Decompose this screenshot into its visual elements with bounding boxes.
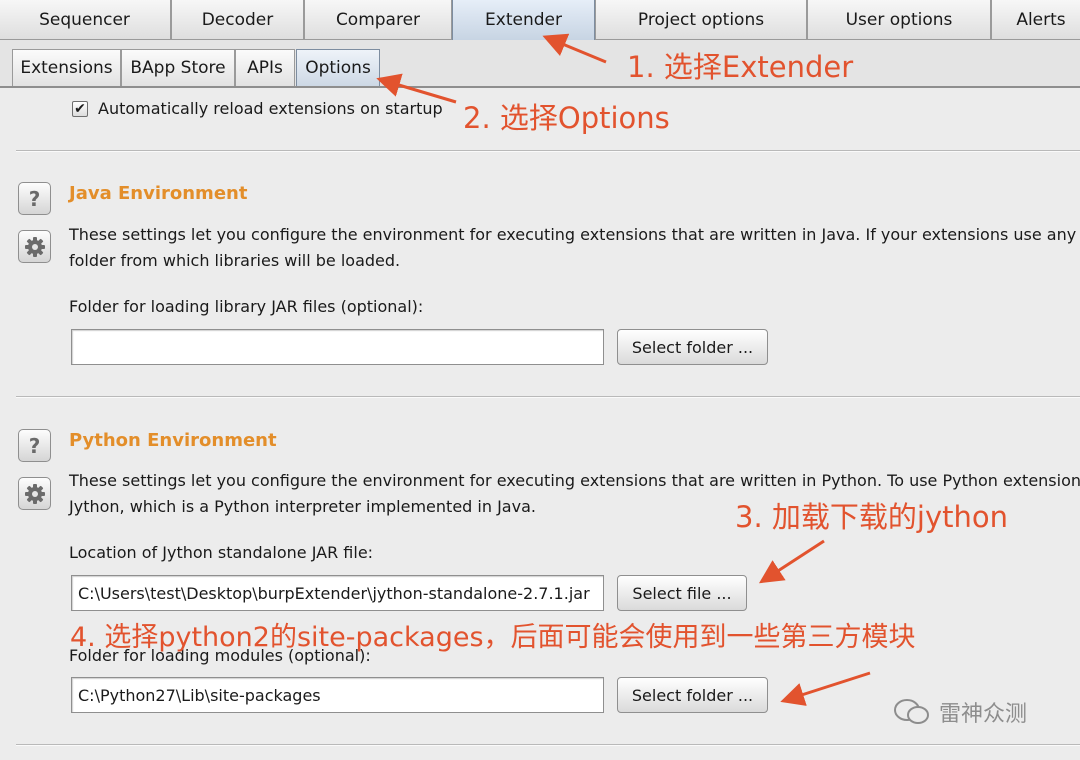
gear-icon bbox=[24, 483, 45, 504]
tab-label: Comparer bbox=[335, 9, 421, 30]
subtab-options[interactable]: Options bbox=[296, 49, 380, 86]
annotation-step2: 2. 选择Options bbox=[463, 101, 670, 135]
gear-icon bbox=[24, 236, 45, 257]
tab-alerts[interactable]: Alerts bbox=[991, 0, 1080, 40]
tab-label: Extender bbox=[485, 10, 562, 30]
python-help-button[interactable]: ? bbox=[18, 429, 51, 462]
tab-label: User options bbox=[845, 9, 953, 30]
chat-bubble-icon bbox=[894, 699, 929, 724]
modules-select-folder-button[interactable]: Select folder ... bbox=[617, 677, 768, 713]
tab-label: Project options bbox=[637, 9, 765, 30]
subtab-label: Extensions bbox=[20, 58, 113, 78]
help-icon: ? bbox=[28, 433, 41, 458]
auto-reload-row[interactable]: ✔ Automatically reload extensions on sta… bbox=[72, 99, 443, 118]
tab-project-options[interactable]: Project options bbox=[595, 0, 807, 40]
java-help-button[interactable]: ? bbox=[18, 182, 51, 215]
options-panel: ✔ Automatically reload extensions on sta… bbox=[0, 88, 1080, 760]
java-folder-field[interactable] bbox=[71, 329, 604, 365]
jython-jar-label: Location of Jython standalone JAR file: bbox=[69, 543, 374, 562]
help-icon: ? bbox=[28, 186, 41, 211]
tab-decoder[interactable]: Decoder bbox=[171, 0, 304, 40]
tab-comparer[interactable]: Comparer bbox=[304, 0, 452, 40]
python-settings-button[interactable] bbox=[18, 477, 51, 510]
top-tab-bar: Sequencer Decoder Comparer Extender Proj… bbox=[0, 0, 1080, 41]
auto-reload-checkbox[interactable]: ✔ bbox=[72, 100, 88, 117]
tab-label: Decoder bbox=[201, 9, 274, 30]
watermark-text: 雷神众测 bbox=[939, 702, 1028, 727]
python-description-line1: These settings let you configure the env… bbox=[69, 471, 1080, 490]
java-section-title: Java Environment bbox=[69, 183, 248, 204]
annotation-step3: 3. 加载下载的jython bbox=[735, 500, 1008, 534]
subtab-label: APIs bbox=[247, 58, 283, 78]
sub-tab-bar: Extensions BApp Store APIs Options bbox=[0, 40, 1080, 88]
tab-label: Sequencer bbox=[39, 9, 130, 30]
java-folder-label: Folder for loading library JAR files (op… bbox=[69, 297, 424, 316]
subtab-apis[interactable]: APIs bbox=[235, 49, 295, 86]
java-description-line2: folder from which libraries will be load… bbox=[69, 251, 401, 270]
tab-sequencer[interactable]: Sequencer bbox=[0, 0, 171, 40]
jython-jar-field[interactable]: C:\Users\test\Desktop\burpExtender\jytho… bbox=[71, 575, 604, 611]
annotation-step4: 4. 选择python2的site-packages，后面可能会使用到一些第三方… bbox=[70, 622, 916, 653]
java-select-folder-button[interactable]: Select folder ... bbox=[617, 329, 768, 365]
button-label: Select folder ... bbox=[631, 337, 754, 357]
jython-select-file-button[interactable]: Select file ... bbox=[617, 575, 747, 611]
java-settings-button[interactable] bbox=[18, 230, 51, 263]
tab-label: Alerts bbox=[1016, 9, 1066, 30]
button-label: Select folder ... bbox=[631, 685, 754, 705]
tab-user-options[interactable]: User options bbox=[807, 0, 991, 40]
python-section-title: Python Environment bbox=[69, 430, 277, 451]
watermark: 雷神众测 bbox=[893, 696, 1027, 728]
subtab-bapp-store[interactable]: BApp Store bbox=[121, 49, 235, 86]
section-divider bbox=[16, 150, 1080, 152]
python-description-line2: Jython, which is a Python interpreter im… bbox=[69, 497, 536, 516]
subtab-extensions[interactable]: Extensions bbox=[12, 49, 121, 86]
button-label: Select file ... bbox=[632, 583, 732, 603]
java-description-line1: These settings let you configure the env… bbox=[69, 225, 1080, 244]
tab-extender[interactable]: Extender bbox=[452, 0, 595, 41]
subtab-label: BApp Store bbox=[130, 58, 226, 78]
section-divider bbox=[16, 744, 1080, 746]
subtab-label: Options bbox=[305, 58, 371, 78]
section-divider bbox=[16, 396, 1080, 398]
auto-reload-label: Automatically reload extensions on start… bbox=[98, 99, 443, 118]
modules-folder-field[interactable]: C:\Python27\Lib\site-packages bbox=[71, 677, 604, 713]
annotation-step1: 1. 选择Extender bbox=[627, 50, 854, 84]
